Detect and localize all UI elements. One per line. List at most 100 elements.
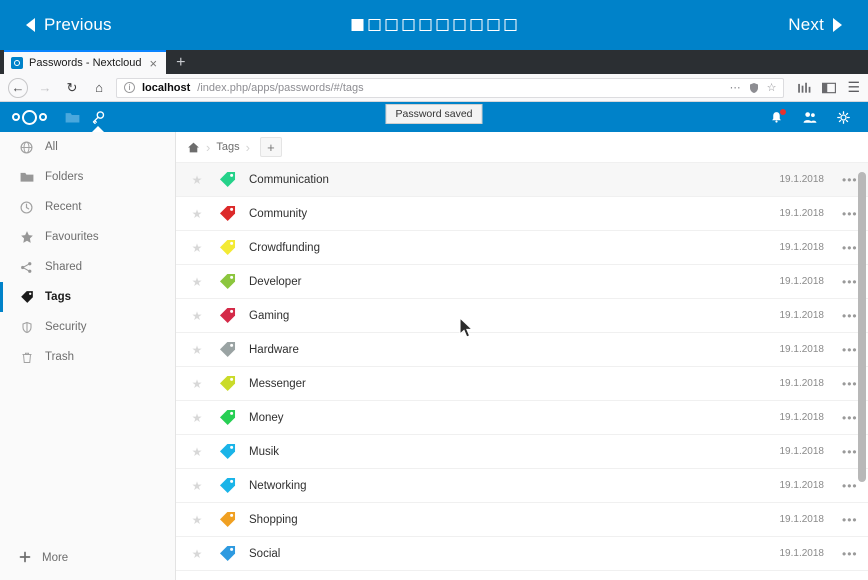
sidebar-item-more[interactable]: More (0, 544, 175, 572)
browser-toolbar: ← → ↻ ⌂ i localhost /index.php/apps/pass… (0, 74, 868, 102)
tag-date: 19.1.2018 (780, 208, 843, 219)
table-row[interactable]: ★Developer19.1.2018••• (176, 265, 868, 299)
sidebar-item-shared[interactable]: Shared (0, 252, 175, 282)
sidebar-icon[interactable] (822, 82, 836, 94)
favourite-star-icon[interactable]: ★ (184, 479, 210, 493)
add-tag-button[interactable]: + (260, 137, 282, 157)
tag-date: 19.1.2018 (780, 514, 843, 525)
app-icon-files[interactable] (59, 102, 85, 132)
favourite-star-icon[interactable]: ★ (184, 411, 210, 425)
share-icon (19, 260, 34, 275)
forward-icon[interactable]: → (35, 78, 55, 98)
sidebar-item-all[interactable]: All (0, 132, 175, 162)
sidebar-item-label: All (45, 141, 58, 153)
table-row[interactable]: ★Networking19.1.2018••• (176, 469, 868, 503)
sidebar-item-label: Tags (45, 291, 71, 303)
nextcloud-favicon-icon (11, 57, 23, 69)
favourite-star-icon[interactable]: ★ (184, 445, 210, 459)
slide-dot-1[interactable] (352, 19, 364, 31)
favourite-star-icon[interactable]: ★ (184, 173, 210, 187)
tag-name: Hardware (244, 344, 780, 356)
sidebar-item-trash[interactable]: Trash (0, 342, 175, 372)
table-row[interactable]: ★Money19.1.2018••• (176, 401, 868, 435)
browser-tabstrip: Passwords - Nextcloud × + (0, 50, 868, 74)
favourite-star-icon[interactable]: ★ (184, 513, 210, 527)
logo-ring-right (39, 113, 47, 121)
page-actions-icon[interactable]: ⋯ (730, 81, 741, 94)
favourite-star-icon[interactable]: ★ (184, 207, 210, 221)
close-icon[interactable]: × (148, 56, 160, 71)
shield-icon[interactable] (748, 82, 760, 94)
tag-name: Crowdfunding (244, 242, 780, 254)
sidebar-item-label: Shared (45, 261, 82, 273)
browser-tab[interactable]: Passwords - Nextcloud × (4, 50, 166, 74)
favourite-star-icon[interactable]: ★ (184, 343, 210, 357)
tag-color-icon (210, 306, 244, 325)
folder-icon (19, 170, 34, 185)
vertical-scrollbar[interactable] (858, 172, 866, 482)
sidebar-item-label: Folders (45, 171, 83, 183)
sidebar-item-folders[interactable]: Folders (0, 162, 175, 192)
favourite-star-icon[interactable]: ★ (184, 547, 210, 561)
nextcloud-header: Password saved (0, 102, 868, 132)
breadcrumb-item-tags[interactable]: Tags (216, 141, 239, 153)
table-row[interactable]: ★Gaming19.1.2018••• (176, 299, 868, 333)
slide-dot-6[interactable] (437, 19, 449, 31)
sidebar-item-favourites[interactable]: Favourites (0, 222, 175, 252)
nextcloud-logo-icon[interactable] (12, 110, 47, 125)
new-tab-button[interactable]: + (166, 52, 195, 74)
slide-dot-2[interactable] (369, 19, 381, 31)
slide-dot-10[interactable] (505, 19, 517, 31)
favourite-star-icon[interactable]: ★ (184, 309, 210, 323)
tag-color-icon (210, 510, 244, 529)
logo-ring-center (22, 110, 37, 125)
table-row[interactable]: ★Messenger19.1.2018••• (176, 367, 868, 401)
slide-dot-9[interactable] (488, 19, 500, 31)
slide-dot-8[interactable] (471, 19, 483, 31)
slide-dot-7[interactable] (454, 19, 466, 31)
table-row[interactable]: ★Musik19.1.2018••• (176, 435, 868, 469)
row-actions-menu-icon[interactable]: ••• (842, 547, 868, 561)
url-input[interactable]: i localhost /index.php/apps/passwords/#/… (116, 78, 784, 98)
favourite-star-icon[interactable]: ★ (184, 241, 210, 255)
table-row[interactable]: ★Shopping19.1.2018••• (176, 503, 868, 537)
back-icon[interactable]: ← (8, 78, 28, 98)
slide-dot-3[interactable] (386, 19, 398, 31)
favourite-star-icon[interactable]: ★ (184, 275, 210, 289)
favourite-star-icon[interactable]: ★ (184, 377, 210, 391)
tag-date: 19.1.2018 (780, 242, 843, 253)
tag-color-icon (210, 476, 244, 495)
table-row[interactable]: ★Crowdfunding19.1.2018••• (176, 231, 868, 265)
tag-date: 19.1.2018 (780, 310, 843, 321)
previous-button[interactable]: Previous (26, 15, 112, 35)
site-info-icon[interactable]: i (124, 82, 135, 93)
app-icon-passwords[interactable] (85, 102, 111, 132)
sidebar-item-label: Favourites (45, 231, 99, 243)
reload-icon[interactable]: ↻ (62, 78, 82, 98)
hamburger-menu-icon[interactable]: ☰ (847, 79, 860, 96)
tag-name: Social (244, 548, 780, 560)
table-row[interactable]: ★Social19.1.2018••• (176, 537, 868, 571)
home-icon[interactable]: ⌂ (89, 78, 109, 98)
slide-dot-5[interactable] (420, 19, 432, 31)
row-actions-menu-icon[interactable]: ••• (842, 513, 868, 527)
sidebar-item-security[interactable]: Security (0, 312, 175, 342)
notifications-bell-icon[interactable] (770, 111, 783, 124)
library-icon[interactable] (797, 82, 811, 94)
sidebar-item-recent[interactable]: Recent (0, 192, 175, 222)
tag-name: Communication (244, 174, 780, 186)
clock-icon (19, 200, 34, 215)
sidebar-item-tags[interactable]: Tags (0, 282, 175, 312)
settings-gear-icon[interactable] (837, 111, 850, 124)
table-row[interactable]: ★Community19.1.2018••• (176, 197, 868, 231)
notification-badge (780, 109, 786, 115)
contacts-icon[interactable] (803, 111, 817, 124)
bookmark-star-icon[interactable]: ☆ (767, 81, 777, 94)
table-row[interactable]: ★Communication19.1.2018••• (176, 163, 868, 197)
app-body: All Folders Recent Favourites Shared Tags Secu… (0, 132, 868, 580)
screen-root: Previous Next Passwords - Nextcloud × + … (0, 0, 868, 580)
slide-dot-4[interactable] (403, 19, 415, 31)
next-button[interactable]: Next (788, 15, 842, 35)
table-row[interactable]: ★Hardware19.1.2018••• (176, 333, 868, 367)
breadcrumb-home[interactable] (187, 141, 200, 154)
